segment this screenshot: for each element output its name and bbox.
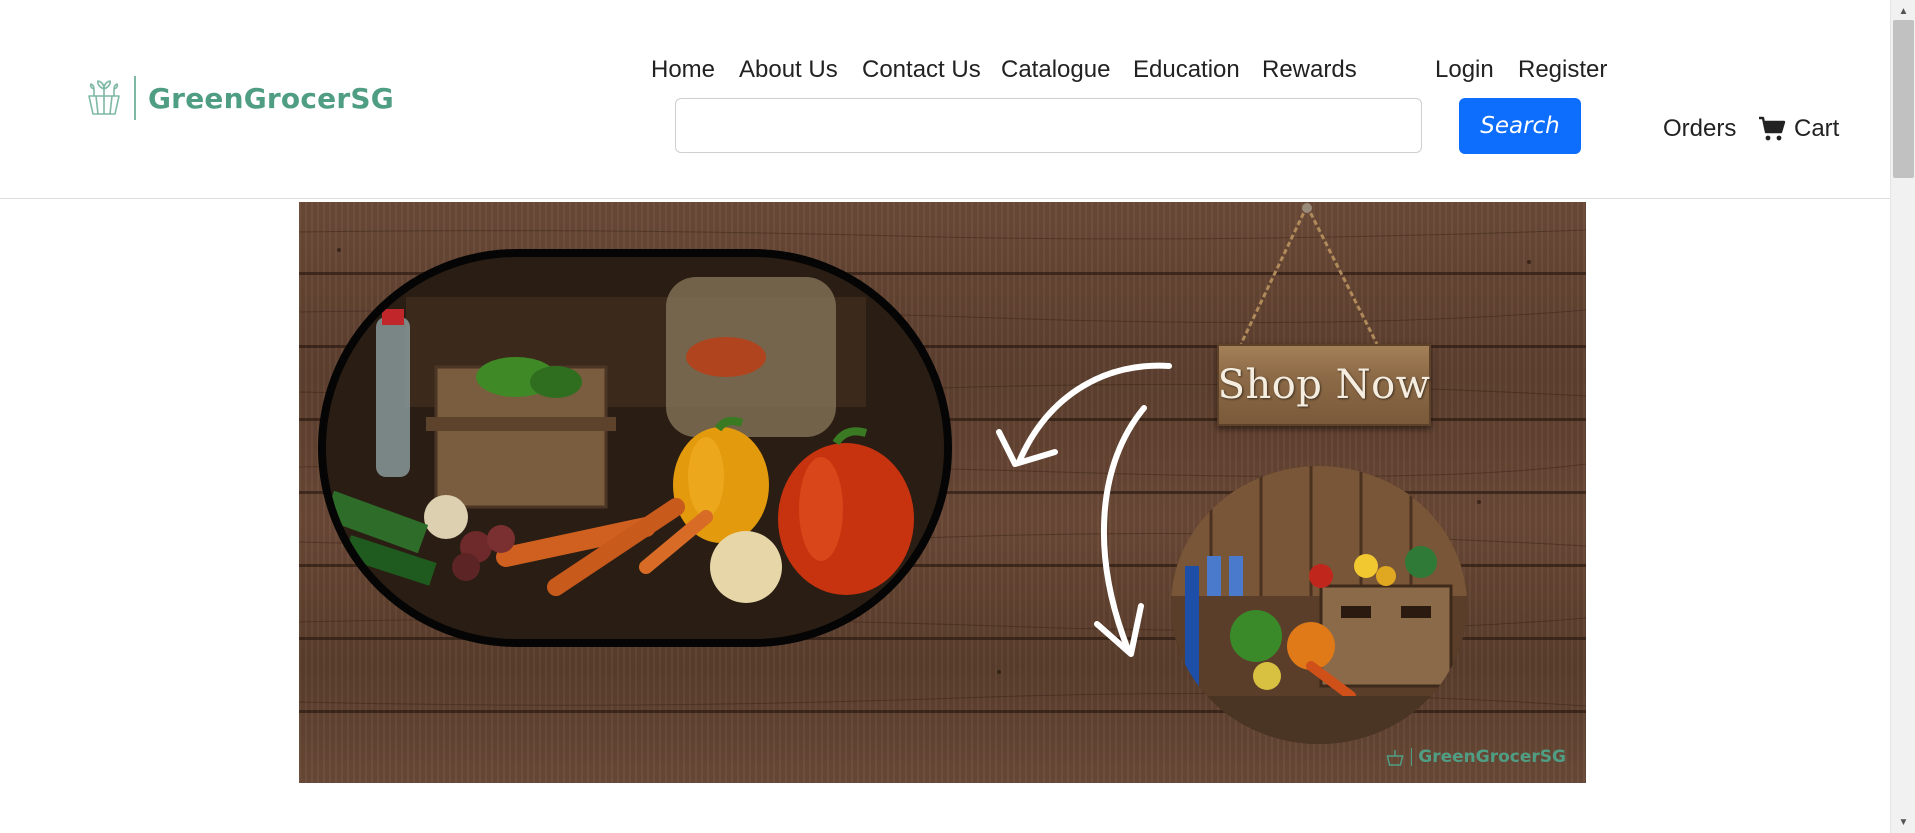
vertical-scrollbar[interactable]: ▲ ▼ xyxy=(1890,0,1915,833)
main-nav: Home About Us Contact Us Catalogue Educa… xyxy=(0,52,1890,88)
hero-banner[interactable]: Shop Now GreenGrocerSG xyxy=(299,202,1586,783)
scroll-thumb[interactable] xyxy=(1893,20,1914,178)
shop-now-sign[interactable]: Shop Now xyxy=(1217,344,1431,426)
nav-home[interactable]: Home xyxy=(651,52,715,88)
produce-photo-large xyxy=(318,249,952,647)
search-input[interactable] xyxy=(675,98,1422,153)
sign-rope xyxy=(1239,203,1379,345)
shop-now-label: Shop Now xyxy=(1217,362,1431,408)
scroll-up-icon[interactable]: ▲ xyxy=(1891,2,1915,20)
watermark-logo: GreenGrocerSG xyxy=(1385,747,1566,767)
search-button[interactable]: Search xyxy=(1459,98,1581,154)
nav-rewards[interactable]: Rewards xyxy=(1262,52,1357,88)
nav-register[interactable]: Register xyxy=(1518,52,1607,88)
watermark-text: GreenGrocerSG xyxy=(1418,747,1566,767)
nav-contact-us[interactable]: Contact Us xyxy=(862,52,981,88)
nav-login[interactable]: Login xyxy=(1435,52,1494,88)
shopping-cart-icon xyxy=(1759,116,1786,141)
cart-link[interactable]: Cart xyxy=(1758,112,1839,146)
site-header: GreenGrocerSG Home About Us Contact Us C… xyxy=(0,0,1890,199)
vegetables-illustration xyxy=(326,257,944,639)
produce-photo-small xyxy=(1171,466,1467,744)
plant-basket-icon xyxy=(1386,750,1404,766)
nav-about-us[interactable]: About Us xyxy=(739,52,838,88)
produce-crate-illustration xyxy=(1171,466,1467,744)
scroll-down-icon[interactable]: ▼ xyxy=(1891,813,1915,831)
nav-education[interactable]: Education xyxy=(1133,52,1240,88)
orders-link[interactable]: Orders xyxy=(1663,112,1736,146)
page: GreenGrocerSG Home About Us Contact Us C… xyxy=(0,0,1915,833)
arrow-left-icon xyxy=(1016,362,1172,465)
nav-catalogue[interactable]: Catalogue xyxy=(1001,52,1110,88)
cart-label: Cart xyxy=(1794,115,1840,142)
watermark-divider xyxy=(1411,748,1413,766)
